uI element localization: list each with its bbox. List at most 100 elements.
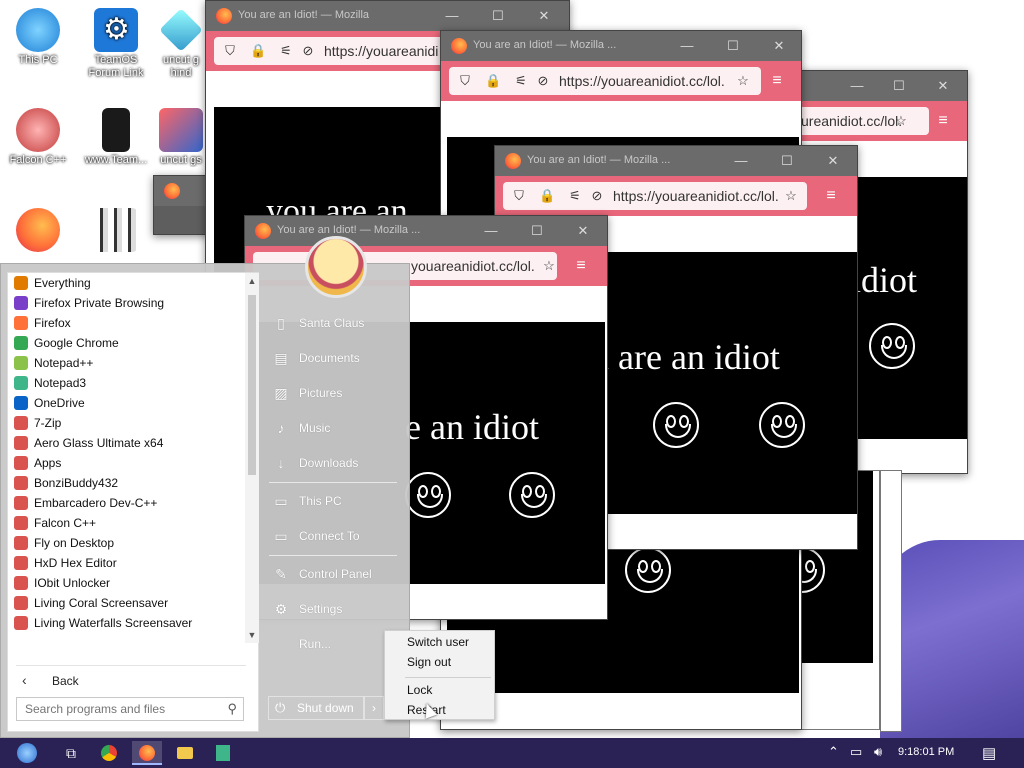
tracking-icon[interactable]: ⊘ (535, 73, 551, 89)
taskbar-notepad3[interactable] (208, 741, 238, 765)
program-pane: Everything Firefox Private Browsing Firefo… (7, 272, 259, 732)
firefox-window-stub[interactable] (153, 175, 213, 235)
permissions-icon[interactable]: ⚟ (278, 43, 294, 59)
back-button[interactable]: ‹ Back (16, 665, 246, 689)
taskbar-chrome[interactable] (94, 741, 124, 765)
bookmark-star-icon[interactable]: ☆ (735, 73, 751, 89)
program-item[interactable]: Aero Glass Ultimate x64 (8, 433, 244, 453)
hamburger-menu-icon[interactable]: ≡ (767, 71, 787, 91)
place-pictures[interactable]: ▨ Pictures (269, 380, 403, 406)
program-item[interactable]: HxD Hex Editor (8, 553, 244, 573)
program-item[interactable]: Everything (8, 273, 244, 293)
desktop-icon-teamos[interactable]: ⚙ TeamOS Forum Link (78, 8, 154, 80)
shutdown-button[interactable]: ⏻ Shut down (268, 696, 364, 720)
shutdown-options-button[interactable]: › (364, 696, 384, 720)
desktop-icon-falcon[interactable]: Falcon C++ (0, 108, 76, 167)
close-button[interactable]: ✕ (526, 4, 562, 28)
hamburger-menu-icon[interactable]: ≡ (821, 186, 841, 206)
place-control-panel[interactable]: ✎ Control Panel (269, 561, 403, 587)
maximize-button[interactable]: ☐ (480, 4, 516, 28)
notification-icon[interactable]: ▤ (982, 744, 996, 762)
place-santa-claus[interactable]: ▯ Santa Claus (269, 310, 403, 336)
program-item[interactable]: Fly on Desktop (8, 533, 244, 553)
place-run[interactable]: Run... (269, 631, 403, 657)
maximize-button[interactable]: ☐ (519, 219, 555, 243)
permissions-icon[interactable]: ⚟ (513, 73, 529, 89)
lock-icon[interactable]: 🔒 (250, 43, 266, 59)
shield-icon[interactable]: ⛉ (222, 43, 238, 59)
lock-icon[interactable]: 🔒 (485, 73, 501, 89)
close-button[interactable]: ✕ (815, 149, 851, 173)
program-item[interactable]: Living Waterfalls Screensaver (8, 613, 244, 633)
place-this-pc[interactable]: ▭ This PC (269, 488, 403, 514)
program-item[interactable]: Notepad++ (8, 353, 244, 373)
tracking-icon[interactable]: ⊘ (589, 188, 605, 204)
maximize-button[interactable]: ☐ (715, 34, 751, 58)
volume-icon[interactable]: 🔊︎ (874, 744, 882, 760)
url-bar[interactable]: ⛉ 🔒 ⚟ ⊘ https://youareanidiot.cc/lol. ☆ (449, 67, 761, 95)
taskbar-firefox[interactable] (132, 741, 162, 765)
minimize-button[interactable]: — (473, 219, 509, 243)
start-button[interactable] (10, 741, 44, 765)
url-bar[interactable]: ⛉ 🔒 ⚟ ⊘ https://youareanidiot.cc/lol. ☆ (503, 182, 807, 210)
maximize-button[interactable]: ☐ (881, 74, 917, 98)
minimize-button[interactable]: — (669, 34, 705, 58)
permissions-icon[interactable]: ⚟ (567, 188, 583, 204)
program-item[interactable]: BonziBuddy432 (8, 473, 244, 493)
maximize-button[interactable]: ☐ (769, 149, 805, 173)
program-scrollbar[interactable]: ▲ ▼ (245, 273, 259, 643)
program-item[interactable]: Falcon C++ (8, 513, 244, 533)
scroll-down-icon[interactable]: ▼ (245, 627, 259, 643)
show-hidden-icons-icon[interactable]: ⌃ (828, 744, 839, 760)
place-connect-to[interactable]: ▭ Connect To (269, 523, 403, 549)
hamburger-menu-icon[interactable]: ≡ (933, 111, 953, 131)
desktop-icon-firefox[interactable] (0, 208, 76, 254)
search-box[interactable]: ⚲ (16, 697, 244, 721)
close-button[interactable]: ✕ (565, 219, 601, 243)
user-avatar[interactable] (305, 236, 367, 298)
minimize-button[interactable]: — (839, 74, 875, 98)
place-documents[interactable]: ▤ Documents (269, 345, 403, 371)
close-button[interactable]: ✕ (925, 74, 961, 98)
tracking-icon[interactable]: ⊘ (300, 43, 316, 59)
search-input[interactable] (17, 698, 217, 720)
place-settings[interactable]: ⚙ Settings (269, 596, 403, 622)
task-view-button[interactable]: ⧉ (56, 741, 86, 765)
program-item[interactable]: IObit Unlocker (8, 573, 244, 593)
search-icon[interactable]: ⚲ (227, 701, 237, 717)
program-item[interactable]: Firefox (8, 313, 244, 333)
desktop-icon-uncut-gs[interactable]: uncut gs (156, 108, 206, 167)
program-item[interactable]: Firefox Private Browsing (8, 293, 244, 313)
program-item[interactable]: Embarcadero Dev-C++ (8, 493, 244, 513)
shield-icon[interactable]: ⛉ (511, 188, 527, 204)
place-music[interactable]: ♪ Music (269, 415, 403, 441)
menu-item-lock[interactable]: Lock (407, 683, 432, 697)
scroll-thumb[interactable] (248, 295, 256, 475)
menu-item-switch-user[interactable]: Switch user (407, 635, 469, 649)
network-icon[interactable]: ▭ (850, 744, 862, 760)
scroll-up-icon[interactable]: ▲ (245, 273, 259, 289)
bookmark-star-icon[interactable]: ☆ (541, 258, 557, 274)
minimize-button[interactable]: — (434, 4, 470, 28)
desktop-icon-uncut-hind[interactable]: uncut g hind (156, 8, 206, 80)
minimize-button[interactable]: — (723, 149, 759, 173)
desktop-icon-www-team[interactable]: www.Team... (78, 108, 154, 167)
clock[interactable]: 9:18:01 PM (898, 746, 954, 758)
lock-icon[interactable]: 🔒 (539, 188, 555, 204)
program-item[interactable]: Google Chrome (8, 333, 244, 353)
menu-item-sign-out[interactable]: Sign out (407, 655, 451, 669)
close-button[interactable]: ✕ (761, 34, 797, 58)
program-item[interactable]: 7-Zip (8, 413, 244, 433)
bookmark-star-icon[interactable]: ☆ (783, 188, 799, 204)
place-downloads[interactable]: ↓ Downloads (269, 450, 403, 476)
taskbar-file-explorer[interactable] (170, 741, 200, 765)
program-item[interactable]: Living Coral Screensaver (8, 593, 244, 613)
desktop-icon-this-pc[interactable]: This PC (0, 8, 76, 67)
hamburger-menu-icon[interactable]: ≡ (571, 256, 591, 276)
shield-icon[interactable]: ⛉ (457, 73, 473, 89)
program-item[interactable]: Notepad3 (8, 373, 244, 393)
program-item[interactable]: OneDrive (8, 393, 244, 413)
desktop-icon-pixel[interactable] (78, 208, 154, 254)
program-item[interactable]: Apps (8, 453, 244, 473)
bookmark-star-icon[interactable]: ☆ (893, 113, 909, 129)
